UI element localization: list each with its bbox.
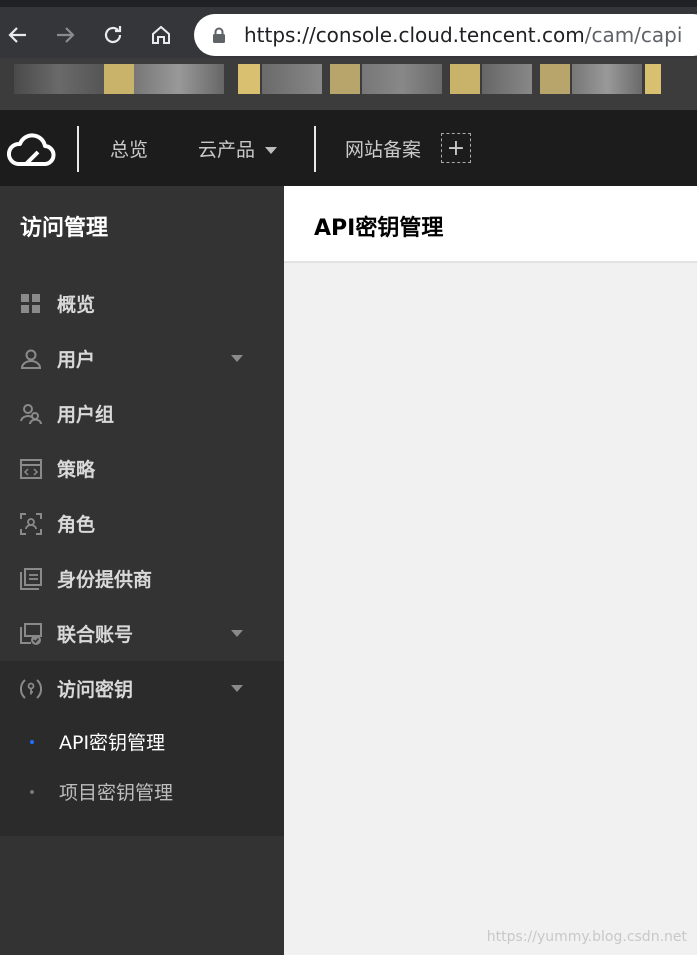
submenu-bottom-padding <box>0 816 284 836</box>
bookmark-item[interactable] <box>572 64 642 94</box>
sidebar-item-label: 访问密钥 <box>57 679 134 701</box>
nav-overview[interactable]: 总览 <box>110 135 148 162</box>
address-bar[interactable]: https://console.cloud.tencent.com/cam/ca… <box>194 14 697 56</box>
sidebar-item-users[interactable]: 用户 <box>0 331 284 386</box>
page-header: API密钥管理 <box>284 186 697 263</box>
tab-strip-edge <box>0 0 697 7</box>
console-header: 总览 云产品 网站备案 + <box>0 110 697 186</box>
sidebar: 访问管理 概览 用户 用户组 策略 角色 身份提供商 联合账号 访问密钥 API… <box>0 186 284 955</box>
sidebar-item-label: 用户组 <box>57 404 115 426</box>
nav-cloud-products-label: 云产品 <box>198 139 256 161</box>
chevron-down-icon <box>231 355 243 362</box>
identity-provider-icon <box>20 568 42 590</box>
bookmark-item[interactable] <box>362 64 442 94</box>
chevron-down-icon <box>231 685 243 692</box>
active-indicator-dot <box>30 740 34 744</box>
access-key-icon <box>20 679 42 699</box>
sidebar-item-access-keys[interactable]: 访问密钥 <box>0 661 284 716</box>
sidebar-item-label: 概览 <box>57 294 96 316</box>
forward-arrow-icon <box>57 27 75 43</box>
back-arrow-icon <box>8 27 26 43</box>
chevron-down-icon <box>231 630 243 637</box>
content-area: https://yummy.blog.csdn.net <box>284 263 697 955</box>
inactive-indicator-dot <box>30 790 34 794</box>
sidebar-item-overview[interactable]: 概览 <box>0 276 284 331</box>
page-title: API密钥管理 <box>314 216 444 241</box>
bookmark-item[interactable] <box>482 64 532 94</box>
user-group-icon <box>20 404 42 425</box>
bookmark-item[interactable] <box>104 64 134 94</box>
url-text: https://console.cloud.tencent.com/cam/ca… <box>244 23 682 47</box>
bookmark-item[interactable] <box>134 64 224 94</box>
bookmark-item[interactable] <box>540 64 570 94</box>
sidebar-item-federated-accounts[interactable]: 联合账号 <box>0 606 284 661</box>
plus-icon: + <box>446 135 466 161</box>
sidebar-subitem-label: API密钥管理 <box>59 732 166 754</box>
home-button[interactable] <box>146 20 176 50</box>
header-divider <box>314 126 316 172</box>
bookmark-item[interactable] <box>262 64 322 94</box>
sidebar-subitem-api-key-management[interactable]: API密钥管理 <box>0 716 284 766</box>
url-host: https://console.cloud.tencent.com <box>244 23 585 47</box>
nav-icp-filing[interactable]: 网站备案 <box>345 135 421 162</box>
bookmark-item[interactable] <box>14 64 104 94</box>
reload-button[interactable] <box>98 20 128 50</box>
sidebar-item-roles[interactable]: 角色 <box>0 496 284 551</box>
bookmark-item[interactable] <box>238 64 260 94</box>
sidebar-item-label: 策略 <box>57 459 96 481</box>
header-divider <box>77 126 79 172</box>
nav-cloud-products[interactable]: 云产品 <box>198 135 278 162</box>
role-icon <box>20 513 42 535</box>
sidebar-item-user-groups[interactable]: 用户组 <box>0 386 284 441</box>
user-icon <box>20 349 42 369</box>
bookmark-item[interactable] <box>645 64 661 94</box>
policy-icon <box>20 459 42 479</box>
sidebar-item-policies[interactable]: 策略 <box>0 441 284 496</box>
sidebar-item-label: 用户 <box>57 349 96 371</box>
bookmark-item[interactable] <box>450 64 480 94</box>
sidebar-title: 访问管理 <box>20 216 109 241</box>
tencent-cloud-logo-icon[interactable] <box>6 130 56 168</box>
forward-button[interactable] <box>50 20 80 50</box>
bookmarks-bar <box>0 58 697 110</box>
watermark: https://yummy.blog.csdn.net <box>486 929 687 945</box>
reload-icon <box>104 26 122 44</box>
back-button[interactable] <box>3 20 33 50</box>
home-icon <box>152 25 170 44</box>
url-path: /cam/capi <box>584 23 683 47</box>
sidebar-item-label: 联合账号 <box>57 624 134 646</box>
grid-icon <box>21 294 40 313</box>
sidebar-menu: 概览 用户 用户组 策略 角色 身份提供商 联合账号 访问密钥 API密钥管理 … <box>0 276 284 836</box>
sidebar-item-identity-providers[interactable]: 身份提供商 <box>0 551 284 606</box>
federated-account-icon <box>20 623 42 645</box>
chevron-down-icon <box>265 147 278 154</box>
bookmark-item[interactable] <box>330 64 360 94</box>
sidebar-subitem-label: 项目密钥管理 <box>59 782 174 804</box>
add-shortcut-button[interactable]: + <box>441 133 471 163</box>
sidebar-item-label: 身份提供商 <box>57 569 153 591</box>
sidebar-item-label: 角色 <box>57 514 96 536</box>
sidebar-subitem-project-key-management[interactable]: 项目密钥管理 <box>0 766 284 816</box>
lock-icon <box>213 27 225 43</box>
